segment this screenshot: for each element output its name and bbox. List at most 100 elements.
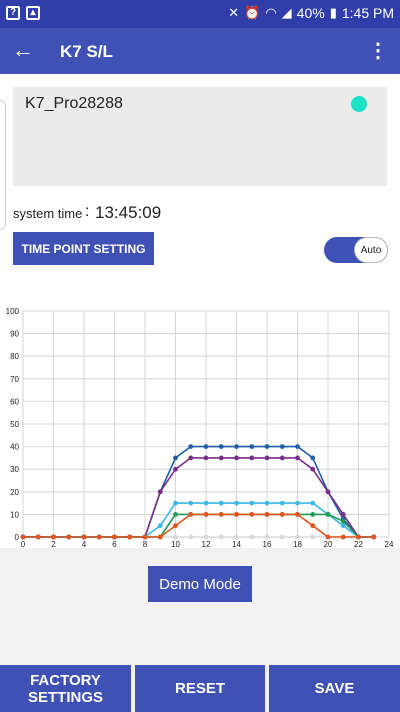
- x-tick-label: 22: [354, 540, 363, 548]
- data-point: [310, 534, 316, 540]
- data-point: [157, 523, 163, 529]
- battery-icon: ▮: [329, 5, 337, 20]
- y-tick-label: 70: [10, 375, 19, 384]
- data-point: [188, 534, 194, 540]
- y-tick-label: 100: [6, 307, 20, 316]
- data-point: [234, 444, 239, 449]
- data-point: [188, 512, 194, 517]
- data-point: [203, 512, 209, 517]
- data-point: [249, 455, 255, 461]
- demo-mode-button[interactable]: Demo Mode: [148, 566, 252, 602]
- side-drawer-handle[interactable]: [0, 100, 6, 230]
- x-tick-label: 10: [171, 540, 180, 548]
- factory-settings-label: FACTORY SETTINGS: [28, 672, 103, 706]
- data-point: [295, 512, 300, 517]
- data-point: [173, 500, 178, 506]
- data-point: [173, 455, 178, 461]
- data-point: [234, 534, 239, 540]
- battery-percent: 40%: [296, 5, 325, 21]
- system-time-separator: :: [85, 203, 90, 220]
- wifi-icon: ◠: [265, 5, 277, 20]
- status-left-icons: ? ▴: [6, 6, 40, 20]
- data-point: [35, 534, 41, 540]
- y-tick-label: 60: [10, 397, 19, 406]
- y-tick-label: 40: [10, 443, 19, 452]
- arrow-left-icon[interactable]: ←: [12, 38, 34, 62]
- data-point: [203, 500, 209, 506]
- data-point: [340, 534, 346, 540]
- x-tick-label: 14: [232, 540, 241, 548]
- data-point: [218, 512, 224, 517]
- y-tick-label: 0: [15, 533, 20, 542]
- device-card[interactable]: K7_Pro28288: [13, 87, 387, 186]
- data-point: [310, 466, 316, 472]
- data-point: [295, 455, 300, 461]
- data-point: [203, 455, 209, 461]
- device-name: K7_Pro28288: [25, 95, 123, 112]
- data-point: [249, 534, 255, 540]
- help-box-icon: ?: [6, 6, 20, 20]
- y-tick-label: 10: [10, 510, 19, 519]
- auto-toggle[interactable]: Auto: [324, 237, 388, 263]
- data-point: [51, 534, 56, 540]
- data-point: [112, 534, 117, 540]
- device-status-dot: [351, 96, 367, 112]
- data-point: [203, 534, 209, 540]
- data-point: [81, 534, 87, 540]
- x-tick-label: 24: [385, 540, 394, 548]
- data-point: [295, 444, 300, 449]
- factory-label-line2: SETTINGS: [27, 688, 103, 706]
- signal-icon: ◢: [281, 5, 292, 20]
- mute-icon: ✕: [228, 5, 240, 20]
- data-point: [142, 534, 148, 540]
- x-tick-label: 16: [263, 540, 272, 548]
- more-vert-icon[interactable]: ⋮: [368, 38, 388, 63]
- x-tick-label: 2: [51, 540, 56, 548]
- data-point: [340, 518, 346, 524]
- data-point: [218, 534, 224, 540]
- toggle-knob: Auto: [354, 237, 388, 263]
- y-tick-label: 20: [10, 488, 19, 497]
- data-point: [295, 500, 300, 506]
- status-right: ✕ ⏰ ◠ ◢ 40% ▮ 1:45 PM: [228, 5, 394, 21]
- page-title: K7 S/L: [60, 42, 113, 61]
- y-tick-label: 80: [10, 352, 19, 361]
- save-button[interactable]: SAVE: [269, 665, 400, 712]
- x-tick-label: 4: [82, 540, 87, 548]
- image-icon: ▴: [26, 6, 40, 20]
- system-time-value: 13:45:09: [95, 203, 162, 222]
- data-point: [310, 455, 316, 461]
- data-point: [20, 534, 26, 540]
- data-point: [325, 534, 331, 540]
- factory-settings-button[interactable]: FACTORY SETTINGS: [0, 665, 131, 712]
- y-tick-label: 90: [10, 330, 19, 339]
- x-tick-label: 6: [112, 540, 117, 548]
- data-point: [279, 444, 285, 449]
- data-point: [66, 534, 72, 540]
- data-point: [310, 512, 316, 517]
- y-tick-label: 50: [10, 420, 19, 429]
- x-tick-label: 20: [324, 540, 333, 548]
- x-tick-label: 12: [202, 540, 211, 548]
- x-tick-label: 0: [21, 540, 26, 548]
- data-point: [371, 534, 377, 540]
- data-point: [325, 512, 331, 517]
- data-point: [127, 534, 133, 540]
- data-point: [188, 455, 194, 461]
- data-point: [234, 455, 239, 461]
- y-tick-label: 30: [10, 465, 19, 474]
- bottom-action-bar: FACTORY SETTINGS RESET SAVE: [0, 665, 400, 712]
- reset-button[interactable]: RESET: [135, 665, 265, 712]
- data-point: [173, 512, 178, 517]
- data-point: [264, 512, 270, 517]
- time-point-setting-button[interactable]: TIME POINT SETTING: [13, 232, 154, 265]
- data-point: [264, 500, 270, 506]
- app-bar: ← K7 S/L ⋮: [0, 28, 400, 74]
- data-point: [157, 489, 163, 495]
- alarm-icon: ⏰: [244, 5, 261, 20]
- data-point: [279, 500, 285, 506]
- data-point: [218, 444, 224, 449]
- x-tick-label: 18: [293, 540, 302, 548]
- clock: 1:45 PM: [341, 5, 394, 21]
- x-tick-label: 8: [143, 540, 148, 548]
